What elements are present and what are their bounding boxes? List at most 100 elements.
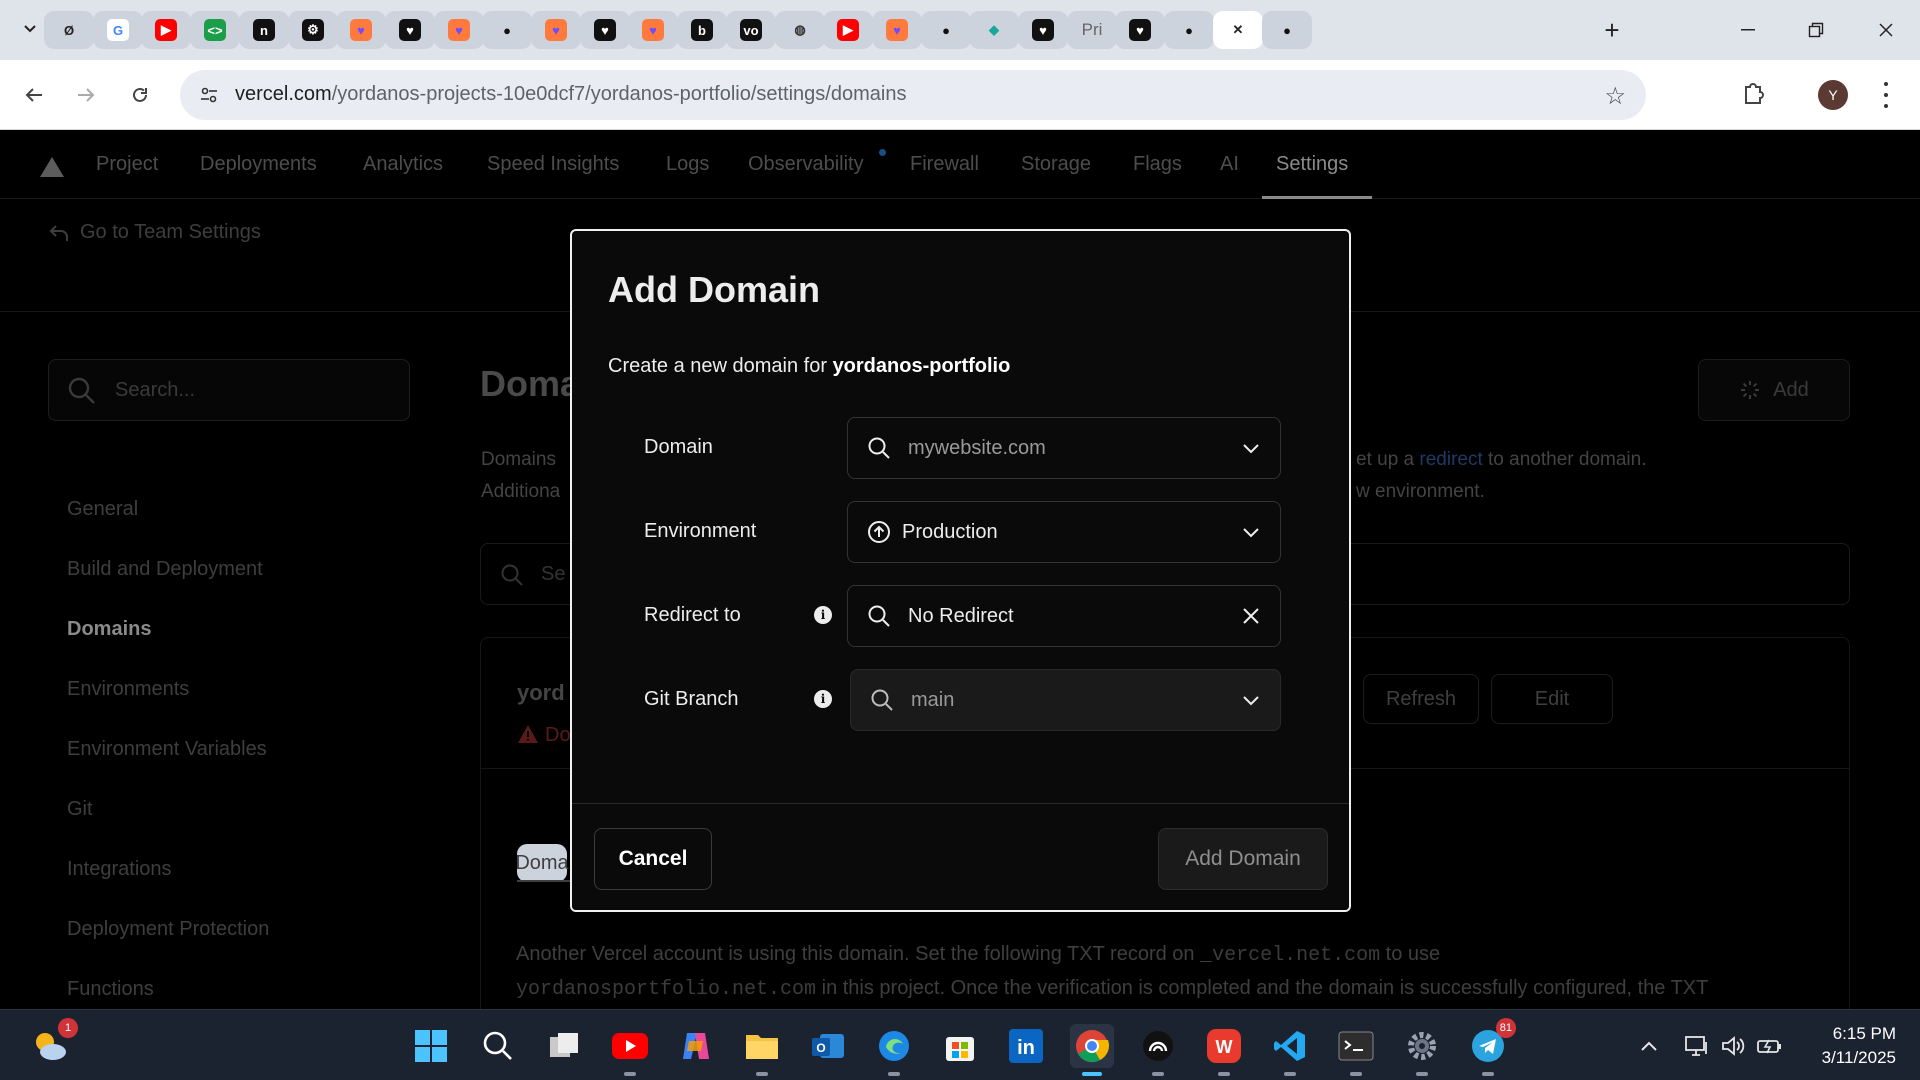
show-hidden-icons-chevron-icon[interactable]	[1640, 1032, 1658, 1060]
tab-search-chevron-icon[interactable]	[18, 14, 42, 42]
nav-observability[interactable]: Observability	[748, 153, 864, 176]
wps-office-icon[interactable]: W	[1202, 1024, 1246, 1076]
address-bar[interactable]: vercel.com/yordanos-projects-10e0dcf7/yo…	[180, 70, 1646, 120]
chevron-down-icon[interactable]	[1240, 521, 1262, 543]
refresh-button[interactable]: Refresh	[1363, 674, 1479, 724]
site-settings-icon[interactable]	[196, 82, 222, 108]
task-view-icon[interactable]	[542, 1024, 586, 1068]
microsoft-store-icon[interactable]	[938, 1024, 982, 1068]
system-clock[interactable]: 6:15 PM 3/11/2025	[1800, 1022, 1896, 1070]
cancel-button[interactable]: Cancel	[594, 828, 712, 890]
forward-arrow-icon[interactable]	[68, 77, 104, 113]
start-windows-icon[interactable]	[409, 1024, 453, 1068]
browser-tab[interactable]: ●	[1164, 11, 1214, 49]
volume-icon[interactable]	[1720, 1032, 1746, 1060]
add-domain-page-button[interactable]: Add	[1698, 359, 1850, 421]
extensions-puzzle-icon[interactable]	[1740, 79, 1770, 109]
new-tab-button[interactable]: +	[1594, 14, 1630, 46]
browser-tab[interactable]: ▶	[141, 11, 191, 49]
window-close-button[interactable]	[1864, 10, 1908, 50]
browser-tab[interactable]: ♥	[1115, 11, 1165, 49]
telegram-icon[interactable]: 81	[1466, 1018, 1516, 1076]
minimize-button[interactable]	[1726, 10, 1770, 50]
edit-button[interactable]: Edit	[1491, 674, 1613, 724]
nav-settings[interactable]: Settings	[1276, 153, 1348, 176]
browser-tab[interactable]: ▶	[823, 11, 873, 49]
youtube-app-icon[interactable]	[608, 1024, 652, 1076]
info-icon[interactable]: i	[814, 606, 832, 624]
search-icon[interactable]	[476, 1024, 520, 1068]
weather-widget-icon[interactable]: 1	[28, 1018, 78, 1068]
card-tab-domain[interactable]: Doma	[515, 844, 569, 882]
redirect-combobox[interactable]: No Redirect	[847, 585, 1281, 647]
vercel-logo-icon[interactable]	[40, 157, 64, 177]
chevron-down-icon[interactable]	[1240, 689, 1262, 711]
info-icon[interactable]: i	[814, 690, 832, 708]
file-explorer-icon[interactable]	[740, 1024, 784, 1076]
browser-tab[interactable]: b	[677, 11, 727, 49]
nav-logs[interactable]: Logs	[666, 153, 709, 176]
settings-gear-icon[interactable]	[1400, 1024, 1444, 1076]
sidebar-item-git[interactable]: Git	[67, 798, 93, 821]
reload-icon[interactable]	[122, 77, 158, 113]
edge-icon[interactable]	[872, 1024, 916, 1076]
browser-tab[interactable]: ♥	[385, 11, 435, 49]
browser-tab[interactable]: vo	[726, 11, 776, 49]
browser-tab[interactable]: ●	[1262, 11, 1312, 49]
chrome-icon[interactable]	[1070, 1024, 1114, 1076]
nav-analytics[interactable]: Analytics	[363, 153, 443, 176]
app-icon[interactable]	[1136, 1024, 1180, 1076]
sidebar-item-deployment-protection[interactable]: Deployment Protection	[67, 918, 269, 941]
network-icon[interactable]	[1684, 1032, 1710, 1060]
nav-project[interactable]: Project	[96, 153, 158, 176]
domain-name[interactable]: yord	[517, 680, 565, 706]
environment-select[interactable]: Production	[847, 501, 1281, 563]
nav-ai[interactable]: AI	[1220, 153, 1239, 176]
sidebar-item-build[interactable]: Build and Deployment	[67, 558, 263, 581]
nav-firewall[interactable]: Firewall	[910, 153, 979, 176]
sidebar-item-domains[interactable]: Domains	[67, 618, 151, 641]
clear-x-icon[interactable]	[1240, 605, 1262, 627]
browser-tab[interactable]: ♥	[580, 11, 630, 49]
nav-deployments[interactable]: Deployments	[200, 153, 317, 176]
profile-avatar[interactable]: Y	[1818, 80, 1848, 110]
chevron-down-icon[interactable]	[1240, 437, 1262, 459]
bookmark-star-icon[interactable]: ☆	[1604, 82, 1626, 111]
browser-tab[interactable]: ◆	[969, 11, 1019, 49]
browser-menu-icon[interactable]	[1876, 78, 1896, 112]
nav-storage[interactable]: Storage	[1021, 153, 1091, 176]
restore-button[interactable]	[1794, 10, 1838, 50]
outlook-icon[interactable]: O	[806, 1024, 850, 1068]
browser-tab[interactable]: G	[93, 11, 143, 49]
domain-combobox[interactable]: mywebsite.com	[847, 417, 1281, 479]
terminal-icon[interactable]	[1334, 1024, 1378, 1076]
git-branch-combobox[interactable]: main	[850, 669, 1281, 731]
nav-speed-insights[interactable]: Speed Insights	[487, 153, 619, 176]
battery-icon[interactable]	[1756, 1032, 1784, 1060]
sidebar-search-input[interactable]: Search...	[48, 359, 410, 421]
browser-tab[interactable]: ♥	[628, 11, 678, 49]
browser-tab[interactable]: ●	[921, 11, 971, 49]
vscode-icon[interactable]	[1268, 1024, 1312, 1076]
sidebar-item-integrations[interactable]: Integrations	[67, 858, 172, 881]
back-arrow-icon[interactable]	[16, 77, 52, 113]
browser-tab[interactable]: n	[239, 11, 289, 49]
browser-tab[interactable]: ♥	[531, 11, 581, 49]
browser-tab[interactable]: ♥	[872, 11, 922, 49]
browser-tab[interactable]: ♥	[336, 11, 386, 49]
browser-tab[interactable]: ♥	[434, 11, 484, 49]
browser-tab[interactable]: ●	[482, 11, 532, 49]
browser-tab[interactable]: ♥	[1018, 11, 1068, 49]
sidebar-item-env-variables[interactable]: Environment Variables	[67, 738, 267, 761]
copilot-icon[interactable]	[674, 1024, 718, 1068]
browser-tab[interactable]: Ø	[44, 11, 94, 49]
browser-tab[interactable]: Pri	[1067, 11, 1117, 49]
linkedin-icon[interactable]: in	[1004, 1024, 1048, 1068]
sidebar-item-environments[interactable]: Environments	[67, 678, 189, 701]
add-domain-button[interactable]: Add Domain	[1158, 828, 1328, 890]
sidebar-item-functions[interactable]: Functions	[67, 978, 154, 1001]
browser-tab[interactable]: ⚙	[288, 11, 338, 49]
sidebar-item-general[interactable]: General	[67, 498, 138, 521]
redirect-link[interactable]: redirect	[1419, 449, 1482, 470]
browser-tab[interactable]: ◍	[775, 11, 825, 49]
